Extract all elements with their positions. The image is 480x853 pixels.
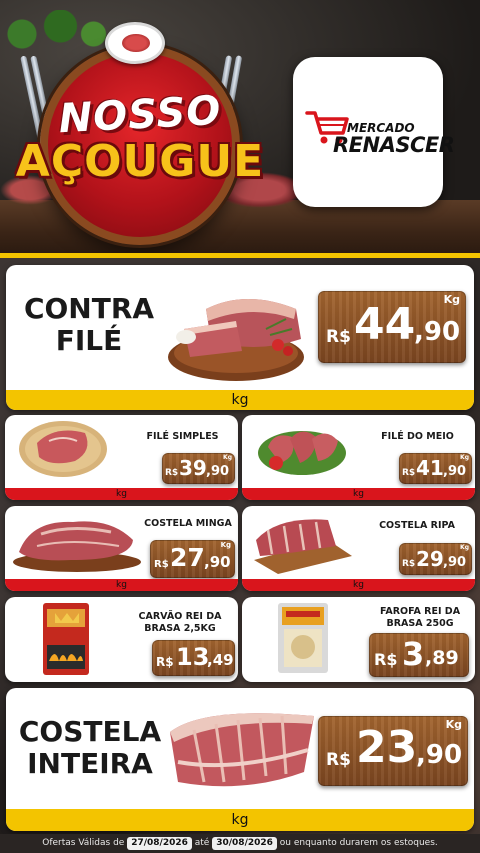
banner-title-line1: NOSSO bbox=[57, 87, 223, 143]
price-decimal: ,90 bbox=[204, 553, 231, 571]
featured-card-costela-inteira[interactable]: COSTELA INTEIRA Kg R$ 23 ,90 kg bbox=[6, 688, 474, 831]
unit-footer: kg bbox=[5, 488, 238, 500]
validity-footer: Ofertas Válidas de 27/08/2026 até 30/08/… bbox=[0, 834, 480, 853]
product-name: FILÉ SIMPLES bbox=[146, 431, 219, 442]
price-decimal: ,89 bbox=[425, 647, 459, 669]
product-name: FILÉ DO MEIO bbox=[381, 431, 454, 442]
tbone-steaks-icon bbox=[258, 431, 346, 475]
validity-prefix: Ofertas Válidas de bbox=[42, 838, 125, 848]
price-currency: R$ bbox=[326, 327, 351, 347]
logo-text-renascer: RENASCER bbox=[333, 133, 455, 157]
product-card-file-simples[interactable]: FILÉ SIMPLES Kg R$ 39 ,90 kg bbox=[5, 415, 238, 500]
price-currency: R$ bbox=[165, 468, 179, 478]
price-decimal: ,90 bbox=[416, 740, 463, 770]
featured-card-contra-file[interactable]: CONTRA FILÉ Kg R$ 44 ,90 kg bbox=[6, 265, 474, 410]
price-integer: 44 bbox=[354, 299, 416, 350]
charcoal-bag-icon bbox=[43, 603, 89, 675]
steak-on-board-icon bbox=[19, 421, 107, 477]
price-tag: Kg R$ 27 ,90 bbox=[150, 540, 235, 578]
unit-footer: kg bbox=[242, 579, 475, 591]
price-unit: Kg bbox=[220, 541, 231, 549]
sliced-beef-on-board-icon bbox=[168, 299, 304, 381]
product-name: CARVÃO REI DA BRASA 2,5KG bbox=[138, 611, 222, 634]
price-integer: 23 bbox=[356, 722, 418, 773]
price-integer: 3 bbox=[402, 635, 425, 673]
price-tag: Kg R$ 23 ,90 bbox=[318, 716, 468, 786]
product-name: COSTELA MINGA bbox=[144, 518, 232, 529]
price-tag: R$ 3 ,89 bbox=[369, 633, 469, 677]
farofa-package-icon bbox=[278, 603, 328, 673]
product-card-carvao[interactable]: CARVÃO REI DA BRASA 2,5KG R$ 13 ,49 bbox=[5, 597, 238, 682]
start-date: 27/08/2026 bbox=[127, 837, 192, 850]
price-integer: 29 bbox=[416, 547, 444, 571]
product-name: FAROFA REI DA BRASA 250G bbox=[379, 606, 461, 629]
price-integer: 13 bbox=[176, 643, 210, 671]
unit-footer: kg bbox=[6, 390, 474, 410]
price-decimal: ,90 bbox=[443, 555, 467, 570]
product-card-costela-minga[interactable]: COSTELA MINGA Kg R$ 27 ,90 kg bbox=[5, 506, 238, 591]
price-integer: 41 bbox=[416, 456, 444, 480]
price-unit: Kg bbox=[460, 454, 469, 461]
price-decimal: ,49 bbox=[207, 651, 234, 669]
product-name: CONTRA FILÉ bbox=[14, 293, 164, 357]
price-tag: Kg R$ 29 ,90 bbox=[399, 543, 472, 575]
price-tag: Kg R$ 39 ,90 bbox=[162, 453, 235, 484]
product-card-file-do-meio[interactable]: FILÉ DO MEIO Kg R$ 41 ,90 kg bbox=[242, 415, 475, 500]
product-name-line2: INTEIRA bbox=[27, 747, 153, 780]
price-integer: 27 bbox=[170, 543, 205, 572]
price-decimal: ,90 bbox=[206, 464, 230, 479]
price-decimal: ,90 bbox=[443, 464, 467, 479]
banner-title-line2: AÇOUGUE bbox=[15, 136, 265, 187]
product-name-line1: CONTRA bbox=[23, 292, 155, 325]
price-unit: Kg bbox=[443, 293, 460, 306]
product-card-costela-ripa[interactable]: COSTELA RIPA Kg R$ 29 ,90 kg bbox=[242, 506, 475, 591]
price-currency: R$ bbox=[154, 559, 169, 570]
price-currency: R$ bbox=[402, 559, 416, 569]
product-name-line1: COSTELA bbox=[18, 715, 162, 748]
whole-beef-rib-icon bbox=[170, 713, 314, 787]
validity-middle: até bbox=[194, 838, 210, 848]
beef-roast-icon bbox=[13, 521, 141, 572]
product-card-farofa[interactable]: FAROFA REI DA BRASA 250G R$ 3 ,89 bbox=[242, 597, 475, 682]
price-currency: R$ bbox=[374, 650, 398, 669]
price-tag: R$ 13 ,49 bbox=[152, 640, 235, 676]
product-name-line2: FILÉ bbox=[55, 324, 123, 357]
vegetables-decoration bbox=[0, 10, 110, 50]
validity-suffix: ou enquanto durarem os estoques. bbox=[279, 838, 438, 848]
price-currency: R$ bbox=[326, 750, 351, 770]
price-currency: R$ bbox=[156, 655, 174, 669]
unit-footer: kg bbox=[5, 579, 238, 591]
price-unit: Kg bbox=[445, 718, 462, 731]
price-decimal: ,90 bbox=[414, 317, 461, 347]
price-currency: R$ bbox=[402, 468, 416, 478]
price-unit: Kg bbox=[223, 454, 232, 461]
steak-plate-icon bbox=[105, 22, 165, 64]
end-date: 30/08/2026 bbox=[212, 837, 277, 850]
header-banner: NOSSO AÇOUGUE MERCADO RENASCER bbox=[0, 0, 480, 255]
unit-footer: kg bbox=[242, 488, 475, 500]
price-tag: Kg R$ 41 ,90 bbox=[399, 453, 472, 484]
product-name: COSTELA INTEIRA bbox=[10, 716, 170, 780]
product-name: COSTELA RIPA bbox=[379, 520, 455, 531]
price-unit: Kg bbox=[460, 544, 469, 551]
price-integer: 39 bbox=[179, 456, 207, 480]
rib-strips-icon bbox=[254, 519, 352, 574]
store-logo: MERCADO RENASCER bbox=[293, 57, 455, 207]
unit-footer: kg bbox=[6, 809, 474, 831]
price-tag: Kg R$ 44 ,90 bbox=[318, 291, 466, 363]
